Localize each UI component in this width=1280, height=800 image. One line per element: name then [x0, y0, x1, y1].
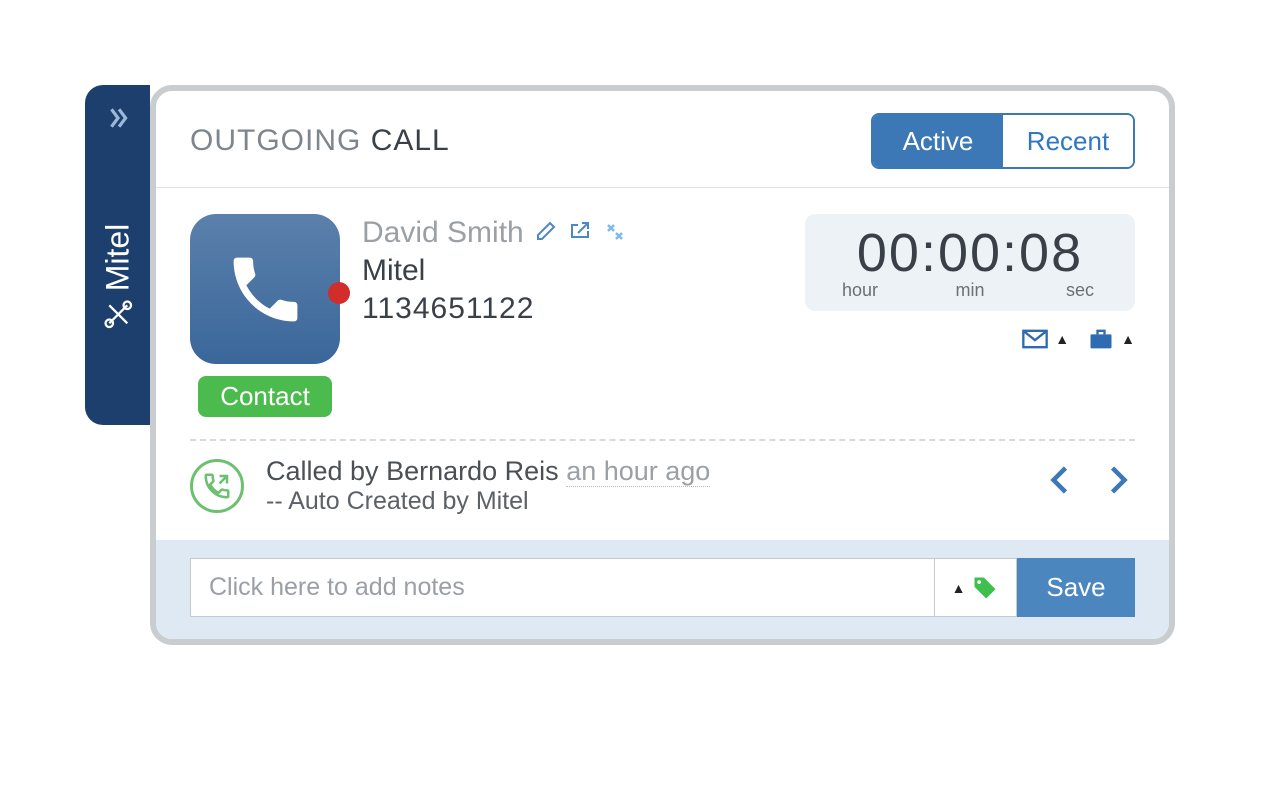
contact-org: Mitel: [362, 254, 626, 288]
link-icon[interactable]: [602, 219, 626, 248]
tag-button[interactable]: ▲: [935, 558, 1017, 617]
panel-title: OUTGOING CALL: [190, 124, 450, 158]
log-time-ago: an hour ago: [566, 456, 710, 487]
tabs: Active Recent: [871, 113, 1135, 169]
timer-label-sec: sec: [1053, 280, 1107, 301]
call-timer: 00:00:08 hour min sec: [805, 214, 1135, 311]
timer-label-min: min: [943, 280, 997, 301]
panel-header: OUTGOING CALL Active Recent: [156, 91, 1169, 188]
caret-up-icon: ▲: [952, 580, 966, 596]
notes-input[interactable]: [190, 558, 935, 617]
collapse-icon[interactable]: [105, 105, 131, 138]
briefcase-action[interactable]: ▲: [1087, 325, 1135, 353]
edit-icon[interactable]: [534, 219, 558, 248]
caret-up-icon: ▲: [1055, 331, 1069, 347]
sidebar-tab[interactable]: Mitel: [85, 85, 150, 425]
outgoing-call-icon: [190, 459, 244, 513]
record-indicator-icon: [328, 282, 350, 304]
share-icon[interactable]: [568, 219, 592, 248]
contact-type-badge: Contact: [198, 376, 332, 417]
tab-recent[interactable]: Recent: [1003, 115, 1133, 167]
timer-seconds: 08: [1019, 223, 1083, 283]
contact-phone: 1134651122: [362, 292, 626, 326]
call-panel: OUTGOING CALL Active Recent Contact: [150, 85, 1175, 645]
email-action[interactable]: ▲: [1021, 325, 1069, 353]
tag-icon: [971, 574, 999, 602]
timer-label-hour: hour: [833, 280, 887, 301]
prev-log-button[interactable]: [1043, 455, 1079, 516]
contact-name: David Smith: [362, 216, 524, 250]
timer-hours: 00: [857, 223, 921, 283]
next-log-button[interactable]: [1099, 455, 1135, 516]
timer-minutes: 00: [938, 223, 1002, 283]
brand-label: Mitel: [99, 224, 136, 330]
save-button[interactable]: Save: [1017, 558, 1135, 617]
log-line-secondary: -- Auto Created by Mitel: [266, 487, 710, 516]
caret-up-icon: ▲: [1121, 331, 1135, 347]
log-line-primary: Called by Bernardo Reis an hour ago: [266, 456, 710, 487]
tab-active[interactable]: Active: [873, 115, 1003, 167]
contact-avatar: [190, 214, 340, 364]
divider: [190, 439, 1135, 441]
